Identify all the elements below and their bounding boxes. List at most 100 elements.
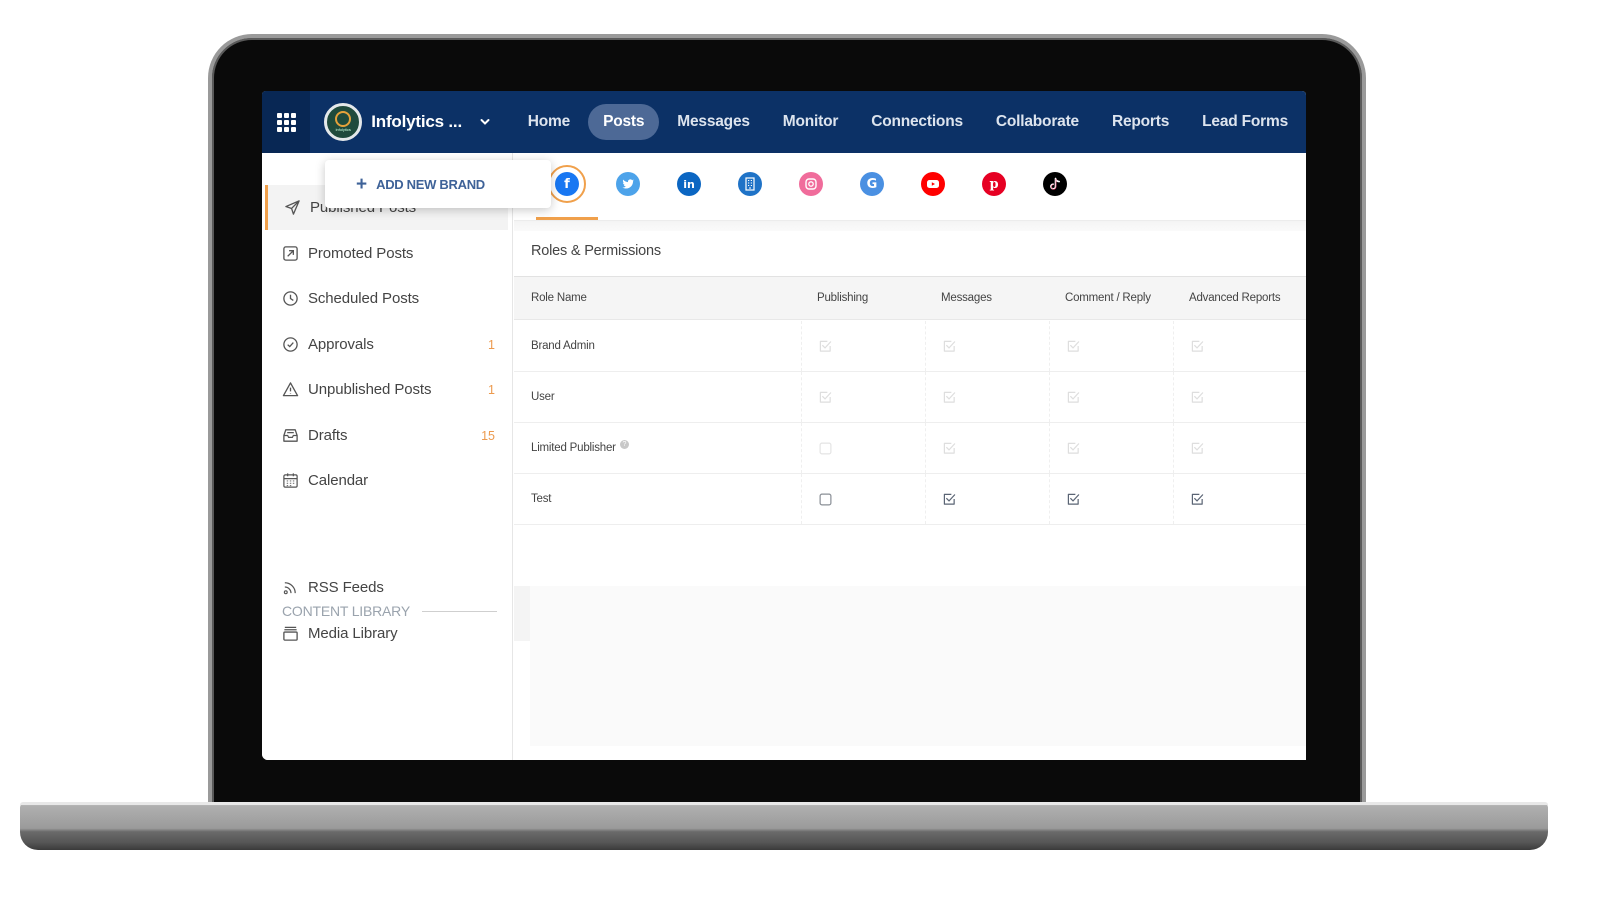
sidebar-item-label: Drafts [308,427,348,444]
checkbox-checked-icon[interactable] [943,493,956,506]
tab-google-business[interactable] [738,172,762,196]
table-row: Test [514,474,1306,525]
panel-title: Roles & Permissions [531,243,661,259]
main-nav: Home Posts Messages Monitor Connections … [513,91,1306,153]
help-icon[interactable]: ? [619,439,629,449]
permission-cell-advanced-reports [1173,474,1297,524]
checkbox-checked-icon[interactable] [1191,493,1204,506]
chevron-down-icon [480,119,490,125]
table-row: Limited Publisher? [514,423,1306,474]
checkbox-checked-icon [1191,442,1204,454]
social-network-tabs: f in G p [514,153,1306,221]
sidebar-item-promoted-posts[interactable]: Promoted Posts [266,231,509,276]
inbox-tray-icon [283,429,298,442]
sidebar-item-calendar[interactable]: Calendar [266,458,509,503]
tab-pinterest[interactable]: p [982,172,1006,196]
permission-cell-messages [925,423,1049,473]
apps-menu-button[interactable] [262,91,311,153]
permission-cell-publishing [801,423,925,473]
permission-cell-publishing [801,321,925,371]
sidebar-item-label: Scheduled Posts [308,290,420,307]
checkbox-checked-icon [1191,340,1204,352]
col-comment-reply: Comment / Reply [1065,292,1151,304]
sidebar-item-media-library[interactable]: Media Library [266,611,509,656]
checkbox-checked-icon [943,340,956,352]
sidebar-item-scheduled-posts[interactable]: Scheduled Posts [266,276,509,321]
role-name-cell: Brand Admin [531,321,595,371]
tab-facebook[interactable]: f [548,165,586,203]
sidebar-item-unpublished-posts[interactable]: Unpublished Posts 1 [266,367,509,412]
nav-home[interactable]: Home [513,104,585,140]
permission-cell-messages [925,474,1049,524]
checkbox-unchecked-icon[interactable] [819,493,832,506]
twitter-icon [622,179,635,189]
table-row: User [514,372,1306,423]
sidebar-item-rss-feeds[interactable]: RSS Feeds [266,565,509,610]
col-messages: Messages [941,292,992,304]
clock-icon [283,291,298,306]
rss-icon [283,582,296,595]
tab-youtube[interactable] [921,172,945,196]
linkedin-icon: in [683,177,695,191]
permission-cell-messages [925,372,1049,422]
sidebar-item-label: Media Library [308,625,398,642]
tab-google[interactable]: G [860,172,884,196]
calendar-icon [283,473,298,488]
paper-plane-icon [285,200,300,215]
grid-icon [276,112,296,132]
active-tab-indicator [536,217,598,220]
sidebar-item-label: Unpublished Posts [308,381,432,398]
add-new-brand-button[interactable]: + ADD NEW BRAND [325,160,551,208]
tab-tiktok[interactable] [1043,172,1067,196]
pinterest-icon: p [989,176,999,192]
col-advanced-reports: Advanced Reports [1189,292,1281,304]
nav-connections[interactable]: Connections [856,104,978,140]
sidebar: Published Posts Promoted Posts Scheduled… [262,153,513,760]
role-name: User [531,391,555,403]
table-header: Role Name Publishing Messages Comment / … [514,276,1306,320]
sidebar-item-label: Approvals [308,336,374,353]
nav-monitor[interactable]: Monitor [768,104,853,140]
building-icon [745,177,755,191]
role-name: Test [531,493,552,505]
checkbox-checked-icon [819,340,832,352]
permission-cell-publishing [801,372,925,422]
checkbox-checked-icon [943,442,956,454]
nav-reports[interactable]: Reports [1097,104,1184,140]
brand-name: Infolytics ... [371,112,462,131]
unpublished-count-badge: 1 [488,382,495,397]
nav-posts[interactable]: Posts [588,104,660,140]
sidebar-item-label: Promoted Posts [308,245,414,262]
permission-cell-publishing [801,474,925,524]
sidebar-item-label: Calendar [308,472,369,489]
checkbox-checked-icon [1067,442,1080,454]
checkbox-checked-icon [1067,340,1080,352]
role-name-cell: User [531,372,555,422]
nav-lead-forms[interactable]: Lead Forms [1187,104,1303,140]
top-navbar: infolytics Infolytics ... Home Posts Mes… [262,91,1306,153]
arrow-up-right-box-icon [283,246,298,261]
role-name-cell: Limited Publisher? [531,423,629,473]
permission-cell-comment-reply [1049,321,1173,371]
tiktok-icon [1050,177,1060,190]
tab-linkedin[interactable]: in [677,172,701,196]
instagram-icon [805,178,817,190]
role-name: Limited Publisher [531,442,616,454]
nav-messages[interactable]: Messages [662,104,765,140]
checkbox-checked-icon[interactable] [1067,493,1080,506]
checkbox-checked-icon [1191,391,1204,403]
tab-twitter[interactable] [616,172,640,196]
tab-instagram[interactable] [799,172,823,196]
nav-collaborate[interactable]: Collaborate [981,104,1094,140]
permission-cell-comment-reply [1049,372,1173,422]
drafts-count-badge: 15 [481,428,495,443]
sidebar-item-drafts[interactable]: Drafts 15 [266,413,509,458]
col-publishing: Publishing [817,292,869,304]
media-library-icon [283,626,298,641]
sidebar-item-approvals[interactable]: Approvals 1 [266,322,509,367]
checkbox-checked-icon [1067,391,1080,403]
empty-content-area [530,586,1306,746]
roles-permissions-panel: Roles & Permissions Role Name Publishing… [514,231,1306,525]
brand-selector[interactable]: infolytics Infolytics ... [310,91,505,153]
role-name-cell: Test [531,474,551,524]
